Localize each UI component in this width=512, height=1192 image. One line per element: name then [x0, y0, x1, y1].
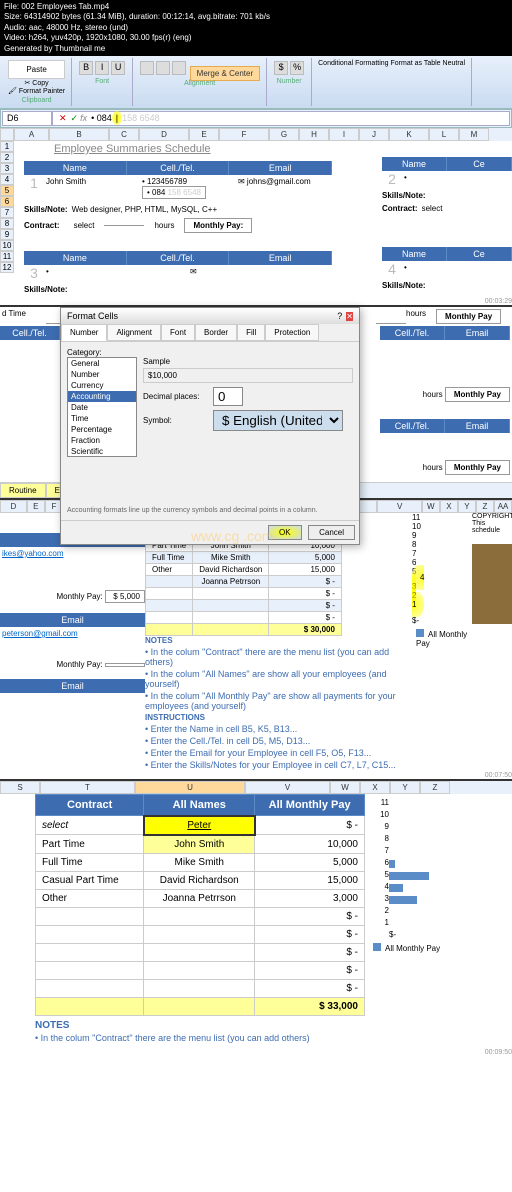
tab-border[interactable]: Border	[195, 324, 237, 341]
table-row: $ -	[36, 961, 365, 979]
sheet-tab-routine[interactable]: Routine	[0, 483, 46, 498]
table-row: OtherJoanna Petrrson3,000	[36, 889, 365, 907]
category-accounting[interactable]: Accounting	[68, 391, 136, 402]
legend-swatch	[416, 629, 424, 637]
bold-button[interactable]: B	[79, 61, 93, 75]
email-link[interactable]: ikes@yahoo.com	[0, 547, 145, 560]
enter-icon[interactable]: ✓	[71, 113, 79, 124]
total-row: $ 30,000	[146, 623, 342, 635]
table-row: $ -	[146, 599, 342, 611]
table-row: $ -	[146, 611, 342, 623]
name-box[interactable]: D6	[2, 111, 52, 126]
notes-heading: NOTES	[145, 636, 412, 645]
align-right-icon[interactable]	[172, 61, 186, 75]
decimal-places-input[interactable]	[213, 387, 243, 406]
table-row: selectPeter$ -	[36, 816, 365, 835]
thumbnail-image	[472, 544, 512, 624]
formula-input[interactable]: ✕ ✓ fx • 084|158 6548	[52, 111, 510, 126]
table-row: OtherDavid Richardson15,000	[146, 563, 342, 575]
page-title: Employee Summaries Schedule	[14, 141, 512, 157]
format-cells-dialog: Format Cells ? ✕ Number Alignment Font Bo…	[60, 307, 360, 545]
dialog-tabs: Number Alignment Font Border Fill Protec…	[61, 324, 359, 342]
mini-chart: 111098765 4321 $- All Monthly Pay	[412, 513, 472, 772]
column-headers: A B C D E F G H I J K L M	[0, 128, 512, 141]
symbol-select[interactable]: $ English (United States)	[213, 410, 343, 431]
currency-icon[interactable]: $	[274, 61, 288, 75]
cancel-icon[interactable]: ✕	[59, 113, 67, 124]
ribbon: Paste ✂ Copy 🖌 Format Painter Clipboard …	[0, 56, 512, 109]
tab-protection[interactable]: Protection	[265, 324, 319, 341]
contract-select[interactable]: select	[74, 221, 95, 230]
employee-card: Name Cell./Tel. Email 1 John Smith • 123…	[24, 161, 332, 233]
category-list[interactable]: General Number Currency Accounting Date …	[67, 357, 137, 457]
copy-button[interactable]: ✂ Copy	[8, 79, 65, 87]
employee-name[interactable]: John Smith	[44, 175, 140, 201]
merge-center-button[interactable]: Merge & Center	[190, 66, 260, 81]
table-row: Part TimeJohn Smith10,000	[36, 835, 365, 854]
table-row: $ -	[146, 587, 342, 599]
styles-group: Conditional Formatting Format as Table N…	[312, 58, 472, 106]
monthly-pay-box: Monthly Pay:	[184, 218, 252, 233]
ok-button[interactable]: OK	[268, 525, 302, 540]
cursor-highlight: |	[112, 111, 122, 125]
dialog-title: Format Cells	[67, 311, 118, 321]
tab-fill[interactable]: Fill	[237, 324, 265, 341]
percent-icon[interactable]: %	[290, 61, 304, 75]
table-row: Full TimeMike Smith5,000	[36, 853, 365, 871]
sample-value: $10,000	[143, 368, 353, 383]
phone-input[interactable]: • 084 158 6548	[142, 186, 206, 199]
format-painter-button[interactable]: 🖌 Format Painter	[8, 87, 65, 95]
formula-bar: D6 ✕ ✓ fx • 084|158 6548	[0, 109, 512, 128]
italic-button[interactable]: I	[95, 61, 109, 75]
employee-number: 1	[24, 175, 44, 201]
align-center-icon[interactable]	[156, 61, 170, 75]
table-row: Joanna Petrrson$ -	[146, 575, 342, 587]
detail-table: ContractAll NamesAll Monthly Pay selectP…	[35, 794, 365, 1016]
name-input-cell[interactable]: Peter	[144, 816, 255, 835]
video-metadata: File: 002 Employees Tab.mp4 Size: 643149…	[0, 0, 512, 56]
align-left-icon[interactable]	[140, 61, 154, 75]
number-group: $% Number	[267, 58, 312, 106]
font-group: BIU Font	[72, 58, 133, 106]
tab-font[interactable]: Font	[161, 324, 195, 341]
paste-button[interactable]: Paste	[8, 60, 65, 79]
table-row: $ -	[36, 979, 365, 997]
alignment-group: Merge & Center Alignment	[133, 58, 267, 106]
table-row: $ -	[36, 943, 365, 961]
email-link[interactable]: peterson@gmail.com	[0, 627, 145, 640]
fx-icon[interactable]: fx	[80, 113, 87, 123]
format-description: Accounting formats line up the currency …	[67, 457, 353, 514]
instructions-heading: INSTRUCTIONS	[145, 713, 412, 722]
tab-alignment[interactable]: Alignment	[107, 324, 161, 341]
underline-button[interactable]: U	[111, 61, 125, 75]
table-row: $ -	[36, 925, 365, 943]
close-icon[interactable]: ✕	[346, 312, 353, 321]
table-row: $ -	[36, 907, 365, 925]
cancel-button[interactable]: Cancel	[308, 525, 355, 540]
detail-chart: 11 10 9 8 7 6 5 4 3 2 1 $- All Monthly P…	[365, 794, 485, 1016]
table-row: Full TimeMike Smith5,000	[146, 551, 342, 563]
tab-number[interactable]: Number	[61, 324, 107, 341]
table-row: Casual Part TimeDavid Richardson15,000	[36, 871, 365, 889]
help-icon[interactable]: ?	[337, 311, 342, 321]
clipboard-group: Paste ✂ Copy 🖌 Format Painter Clipboard	[2, 58, 72, 106]
